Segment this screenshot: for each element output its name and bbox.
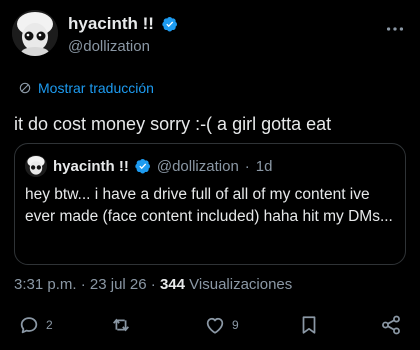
quoted-handle: @dollization: [156, 157, 239, 175]
share-button[interactable]: [380, 314, 402, 336]
quoted-display-name: hyacinth !!: [53, 157, 129, 175]
views-count: 344: [159, 276, 185, 293]
tweet-date[interactable]: 23 jul 26: [90, 276, 147, 293]
tweet-time[interactable]: 3:31 p.m.: [14, 276, 77, 293]
tweet-header: hyacinth !! @dollization: [12, 10, 408, 62]
more-options-icon[interactable]: [384, 18, 406, 40]
reply-icon: [20, 317, 38, 334]
quoted-age: 1d: [255, 157, 273, 175]
verified-badge-icon: [135, 159, 150, 174]
share-icon: [382, 315, 400, 335]
like-button[interactable]: 9: [204, 314, 239, 336]
meta-separator: ·: [80, 276, 86, 293]
verified-badge-icon: [162, 17, 178, 32]
show-translation-label[interactable]: Mostrar traducción: [38, 80, 154, 96]
quoted-tweet-text: hey btw... i have a drive full of all of…: [25, 186, 393, 225]
repost-button[interactable]: [110, 314, 132, 336]
bookmark-icon: [302, 316, 316, 334]
quoted-tweet[interactable]: hyacinth !! @dollization · 1d hey btw...…: [14, 143, 406, 265]
quoted-avatar[interactable]: [25, 155, 47, 177]
views-label: Visualizaciones: [189, 276, 293, 293]
reply-button[interactable]: 2: [18, 314, 53, 336]
author-handle[interactable]: @dollization: [68, 38, 178, 55]
author-display-name[interactable]: hyacinth !!: [68, 14, 154, 34]
quoted-separator: ·: [244, 157, 250, 175]
like-icon: [206, 317, 224, 334]
author-info: hyacinth !! @dollization: [68, 14, 178, 55]
translate-icon: [19, 82, 31, 94]
repost-icon: [113, 318, 129, 332]
reply-count: 2: [46, 318, 53, 332]
action-bar: 2 9: [0, 314, 420, 344]
tweet-text: it do cost money sorry :-( a girl gotta …: [14, 114, 332, 134]
avatar[interactable]: [12, 10, 58, 56]
show-translation-link[interactable]: Mostrar traducción: [18, 80, 154, 96]
meta-separator: ·: [150, 276, 156, 293]
tweet-meta: 3:31 p.m. · 23 jul 26 · 344 Visualizacio…: [14, 276, 292, 293]
like-count: 9: [232, 318, 239, 332]
quoted-tweet-header: hyacinth !! @dollization · 1d: [25, 155, 272, 177]
bookmark-button[interactable]: [298, 314, 320, 336]
